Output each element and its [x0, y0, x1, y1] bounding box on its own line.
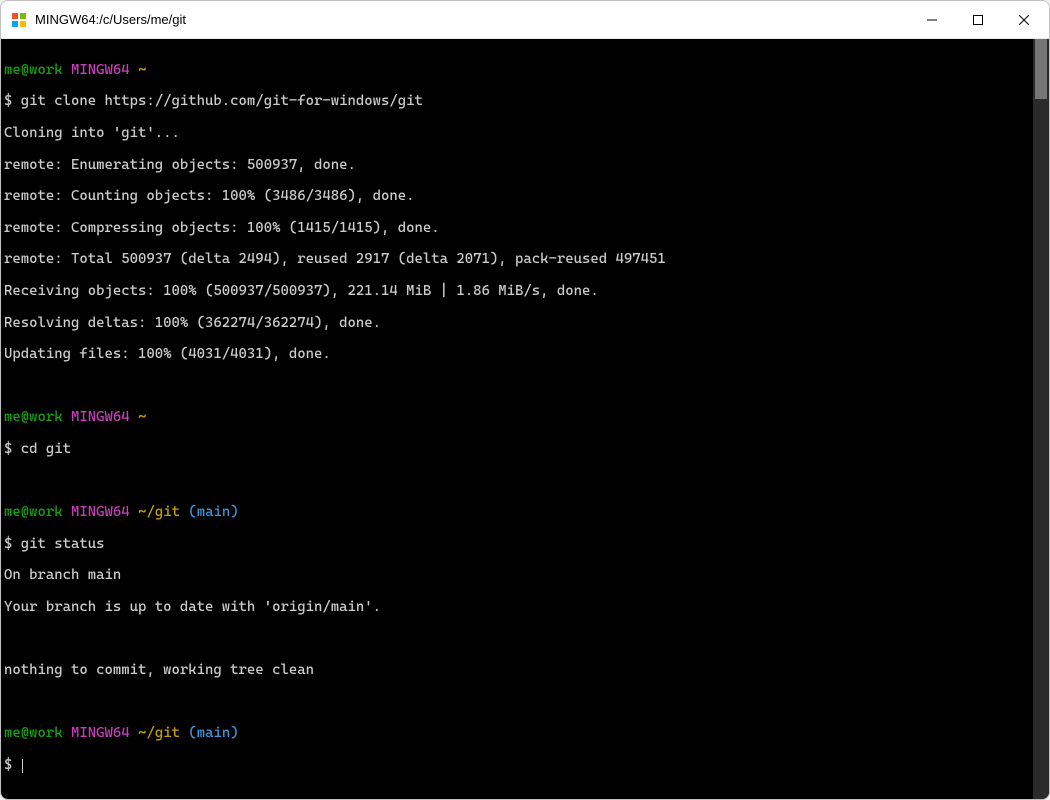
window-controls — [909, 1, 1047, 38]
blank-line — [4, 379, 1033, 395]
terminal[interactable]: me@work MINGW64 ~ $ git clone https://gi… — [1, 39, 1033, 799]
command-line: $ cd git — [4, 442, 1033, 458]
output-line: Receiving objects: 100% (500937/500937),… — [4, 284, 1033, 300]
blank-line — [4, 695, 1033, 711]
output-line: Updating files: 100% (4031/4031), done. — [4, 347, 1033, 363]
prompt-sys: MINGW64 — [71, 504, 130, 520]
window-title: MINGW64:/c/Users/me/git — [35, 12, 909, 27]
output-line: remote: Total 500937 (delta 2494), reuse… — [4, 252, 1033, 268]
blank-line — [4, 631, 1033, 647]
cursor — [22, 759, 23, 773]
prompt-path: ~/git — [138, 725, 180, 741]
prompt-branch: (main) — [188, 725, 238, 741]
scrollbar[interactable] — [1033, 39, 1049, 799]
prompt-line: me@work MINGW64 ~ — [4, 410, 1033, 426]
titlebar[interactable]: MINGW64:/c/Users/me/git — [1, 1, 1049, 39]
prompt-path: ~ — [138, 409, 146, 425]
scroll-thumb[interactable] — [1035, 39, 1047, 99]
prompt-line: me@work MINGW64 ~/git (main) — [4, 505, 1033, 521]
prompt-path: ~ — [138, 62, 146, 78]
app-icon — [11, 12, 27, 28]
prompt-userhost: me@work — [4, 504, 63, 520]
output-line: Your branch is up to date with 'origin/m… — [4, 600, 1033, 616]
prompt-dollar: $ — [4, 757, 21, 773]
prompt-sys: MINGW64 — [71, 725, 130, 741]
prompt-userhost: me@work — [4, 725, 63, 741]
prompt-userhost: me@work — [4, 62, 63, 78]
maximize-button[interactable] — [955, 1, 1001, 38]
prompt-line: me@work MINGW64 ~/git (main) — [4, 726, 1033, 742]
command-line: $ git status — [4, 537, 1033, 553]
prompt-userhost: me@work — [4, 409, 63, 425]
output-line: Cloning into 'git'... — [4, 126, 1033, 142]
blank-line — [4, 474, 1033, 490]
prompt-path: ~/git — [138, 504, 180, 520]
prompt-sys: MINGW64 — [71, 409, 130, 425]
output-line: Resolving deltas: 100% (362274/362274), … — [4, 316, 1033, 332]
close-button[interactable] — [1001, 1, 1047, 38]
minimize-button[interactable] — [909, 1, 955, 38]
terminal-area: me@work MINGW64 ~ $ git clone https://gi… — [1, 39, 1049, 799]
app-window: MINGW64:/c/Users/me/git me@work MINGW64 … — [0, 0, 1050, 800]
command-line: $ git clone https://github.com/git-for-w… — [4, 94, 1033, 110]
output-line: remote: Compressing objects: 100% (1415/… — [4, 221, 1033, 237]
output-line: On branch main — [4, 568, 1033, 584]
output-line: nothing to commit, working tree clean — [4, 663, 1033, 679]
prompt-line: me@work MINGW64 ~ — [4, 63, 1033, 79]
prompt-sys: MINGW64 — [71, 62, 130, 78]
prompt-branch: (main) — [188, 504, 238, 520]
output-line: remote: Counting objects: 100% (3486/348… — [4, 189, 1033, 205]
command-line: $ — [4, 758, 1033, 774]
output-line: remote: Enumerating objects: 500937, don… — [4, 158, 1033, 174]
